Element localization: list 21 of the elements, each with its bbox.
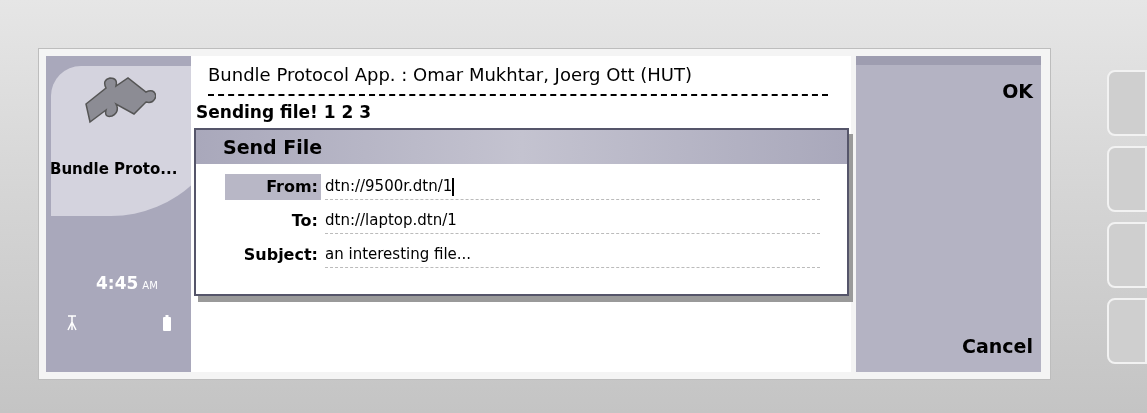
text-field[interactable]: an interesting file...	[325, 242, 820, 268]
hardware-key[interactable]	[1107, 146, 1147, 212]
text-cursor	[452, 177, 455, 196]
softkey-button[interactable]: OK	[1002, 77, 1033, 106]
battery-icon	[163, 315, 171, 331]
hardware-key[interactable]	[1107, 222, 1147, 288]
antenna-icon	[66, 314, 78, 332]
field-label: To:	[290, 210, 319, 232]
status-text: Sending file! 1 2 3	[196, 101, 372, 124]
header-title: Bundle Protocol App. : Omar Mukhtar, Joerg Ott (HUT)	[208, 63, 693, 87]
field-label: Subject:	[242, 244, 319, 266]
softkey-button[interactable]: Cancel	[962, 331, 1033, 360]
clock-time: 4:45	[96, 271, 139, 295]
clock-suffix: AM	[142, 278, 158, 293]
text-field[interactable]: dtn://9500r.dtn/1	[325, 174, 820, 200]
hardware-key[interactable]	[1107, 298, 1147, 364]
field-label: From:	[225, 174, 321, 200]
dialog-title: Send File	[223, 134, 323, 160]
hardware-key[interactable]	[1107, 70, 1147, 136]
app-label: Bundle Proto...	[50, 159, 179, 180]
text-field[interactable]: dtn://laptop.dtn/1	[325, 208, 820, 234]
